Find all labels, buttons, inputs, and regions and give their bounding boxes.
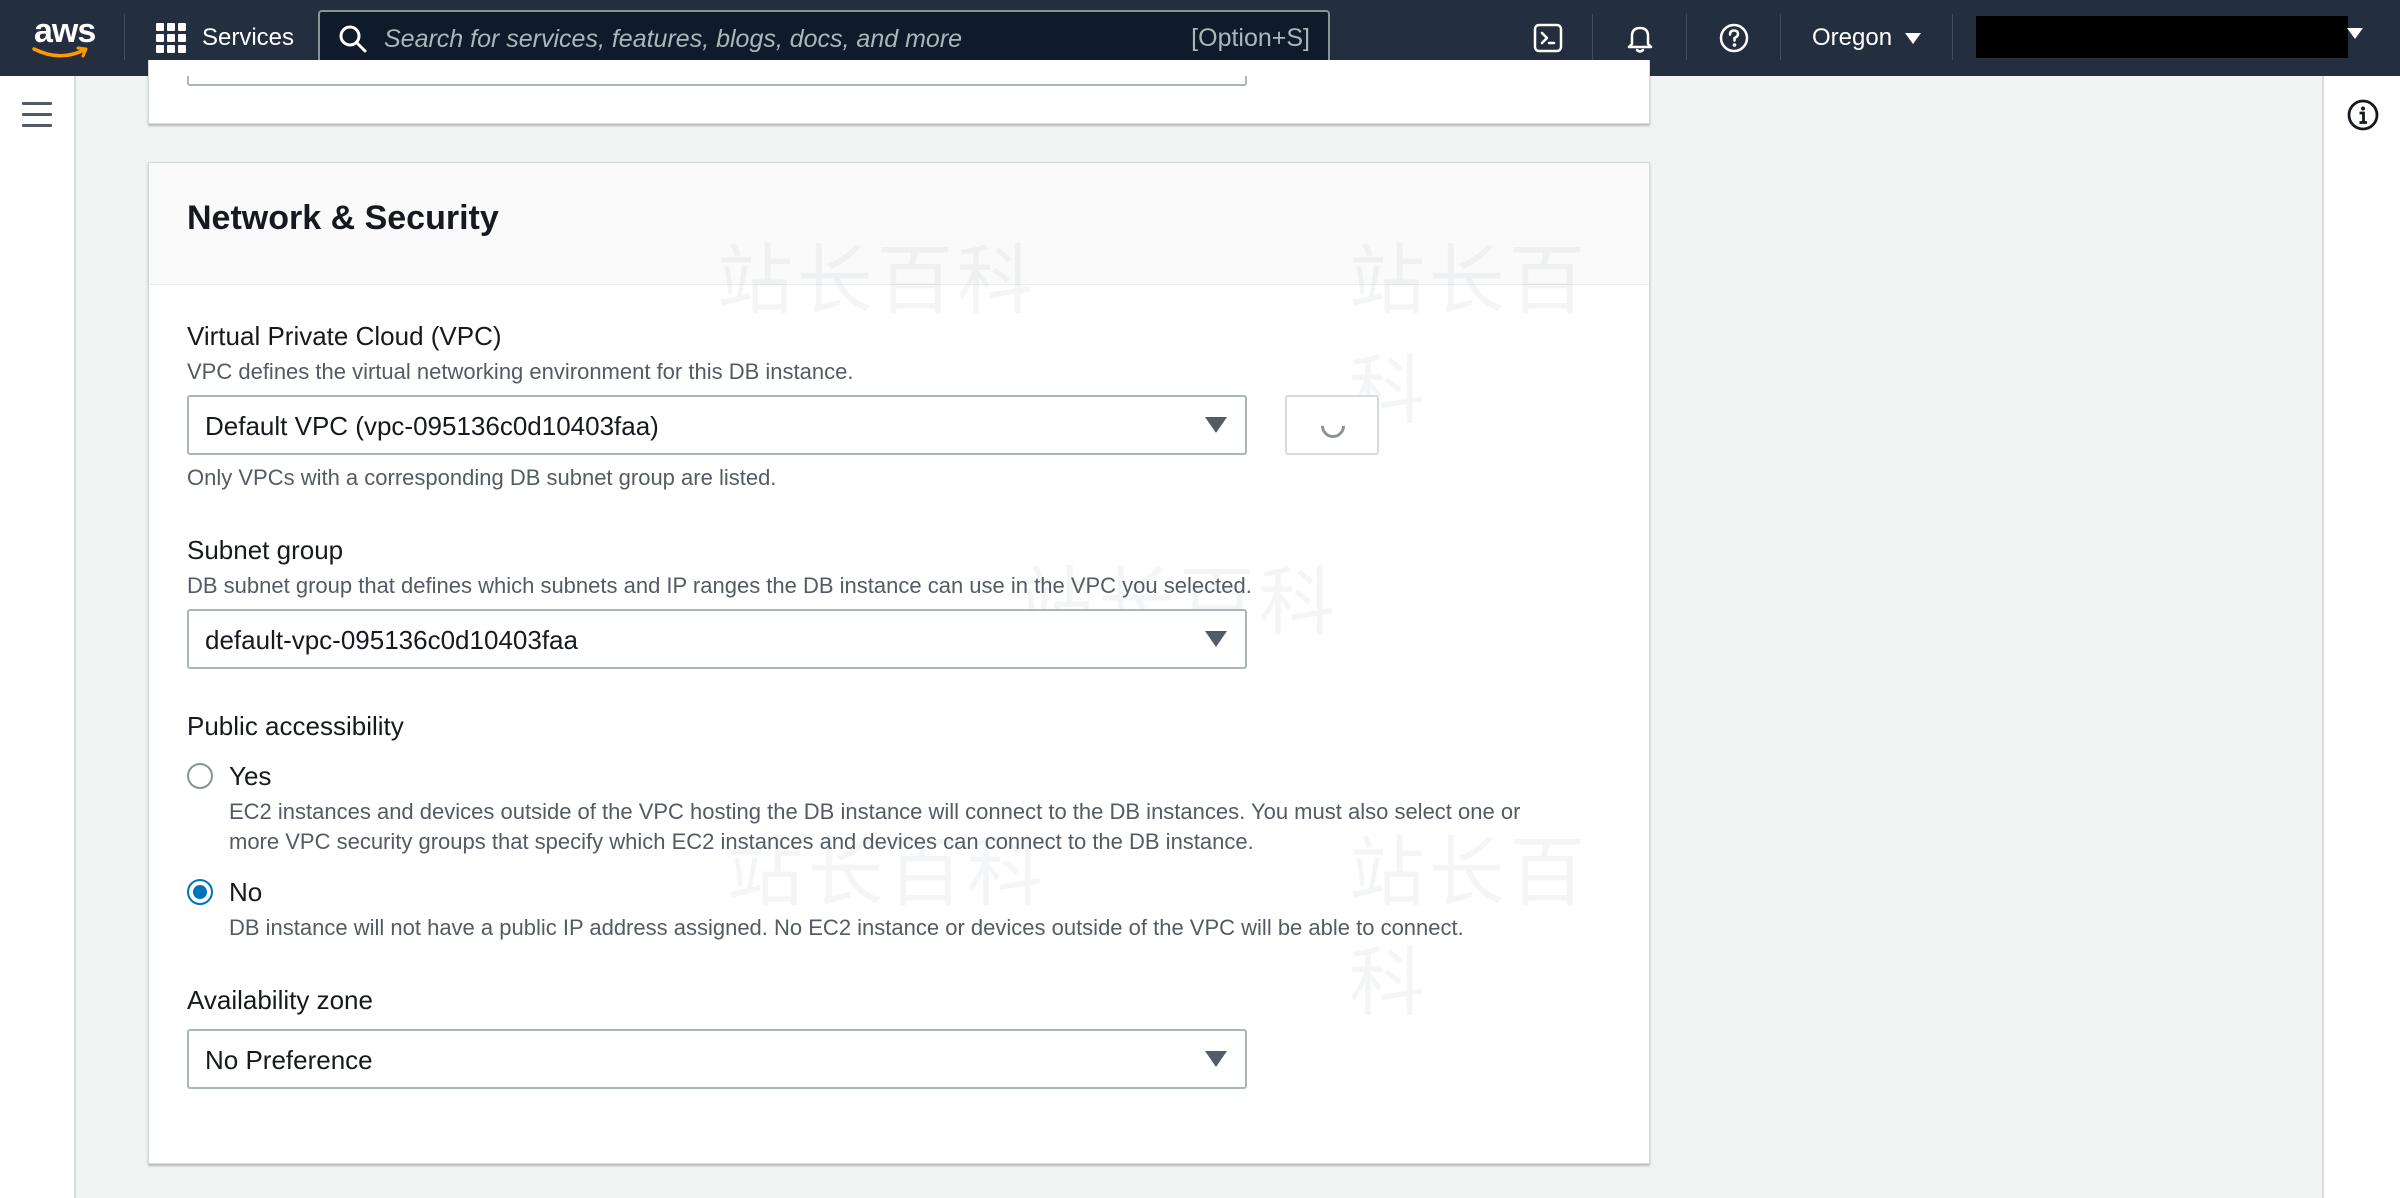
caret-down-icon[interactable] — [2346, 26, 2364, 40]
aws-logo-text: aws — [34, 12, 96, 50]
loading-spinner-icon — [1316, 409, 1350, 443]
nav-divider — [124, 14, 125, 60]
left-side-rail — [0, 76, 76, 1198]
nav-divider — [1780, 14, 1781, 60]
public-access-no-radio[interactable] — [187, 879, 213, 905]
previous-field-stub — [187, 76, 1247, 86]
aws-logo[interactable]: aws — [32, 12, 96, 58]
services-label: Services — [202, 24, 295, 51]
vpc-description: VPC defines the virtual networking envir… — [187, 359, 854, 384]
caret-down-icon — [1205, 1051, 1227, 1067]
public-access-yes-label[interactable]: Yes — [229, 761, 271, 792]
public-access-yes-radio[interactable] — [187, 763, 213, 789]
services-menu-button[interactable]: Services — [156, 18, 294, 58]
public-accessibility-label: Public accessibility — [187, 711, 404, 741]
nav-divider — [1686, 14, 1687, 60]
search-icon — [339, 25, 367, 53]
nav-divider — [1592, 14, 1593, 60]
vpc-label: Virtual Private Cloud (VPC) — [187, 321, 502, 351]
bell-icon — [1627, 26, 1653, 53]
subnet-group-label: Subnet group — [187, 535, 344, 565]
subnet-group-select[interactable]: default-vpc-095136c0d10403faa — [187, 609, 1247, 669]
panel-header: Network & Security — [149, 163, 1649, 285]
availability-zone-select[interactable]: No Preference — [187, 1029, 1247, 1089]
notifications-button[interactable] — [1620, 18, 1660, 58]
previous-section-panel — [148, 60, 1650, 124]
subnet-group-description: DB subnet group that defines which subne… — [187, 573, 1252, 598]
search-shortcut-hint: [Option+S] — [1191, 24, 1310, 52]
vpc-select[interactable]: Default VPC (vpc-095136c0d10403faa) — [187, 395, 1247, 455]
section-title: Network & Security — [187, 199, 499, 237]
nav-divider — [1952, 14, 1953, 60]
help-button[interactable] — [1714, 18, 1754, 58]
services-grid-icon — [156, 23, 186, 53]
aws-smile-icon — [32, 46, 88, 58]
network-security-panel: Network & Security 站长百科 站长百科 站长百科 站长百科 站… — [148, 162, 1650, 1164]
vpc-hint: Only VPCs with a corresponding DB subnet… — [187, 465, 777, 490]
cloudshell-button[interactable] — [1528, 18, 1568, 58]
refresh-vpc-button[interactable] — [1285, 395, 1379, 455]
help-icon — [1719, 23, 1749, 53]
search-input[interactable] — [384, 22, 1144, 56]
region-label: Oregon — [1812, 24, 1893, 51]
public-access-no-label[interactable]: No — [229, 877, 262, 908]
public-access-no-description: DB instance will not have a public IP ad… — [229, 915, 1464, 940]
region-selector[interactable]: Oregon — [1812, 20, 1922, 56]
hamburger-menu-icon[interactable] — [22, 102, 54, 128]
caret-down-icon — [1205, 417, 1227, 433]
subnet-group-select-value: default-vpc-095136c0d10403faa — [205, 625, 578, 655]
caret-down-icon — [1905, 33, 1922, 44]
search-bar[interactable]: [Option+S] — [318, 10, 1330, 66]
availability-zone-label: Availability zone — [187, 985, 373, 1015]
cloudshell-icon — [1533, 23, 1563, 53]
availability-zone-select-value: No Preference — [205, 1045, 373, 1075]
account-menu-button[interactable] — [1976, 16, 2348, 58]
public-access-yes-description: EC2 instances and devices outside of the… — [229, 799, 1521, 854]
vpc-select-value: Default VPC (vpc-095136c0d10403faa) — [205, 411, 659, 441]
info-icon[interactable] — [2346, 98, 2380, 132]
right-side-rail — [2322, 76, 2400, 1198]
caret-down-icon — [1205, 631, 1227, 647]
